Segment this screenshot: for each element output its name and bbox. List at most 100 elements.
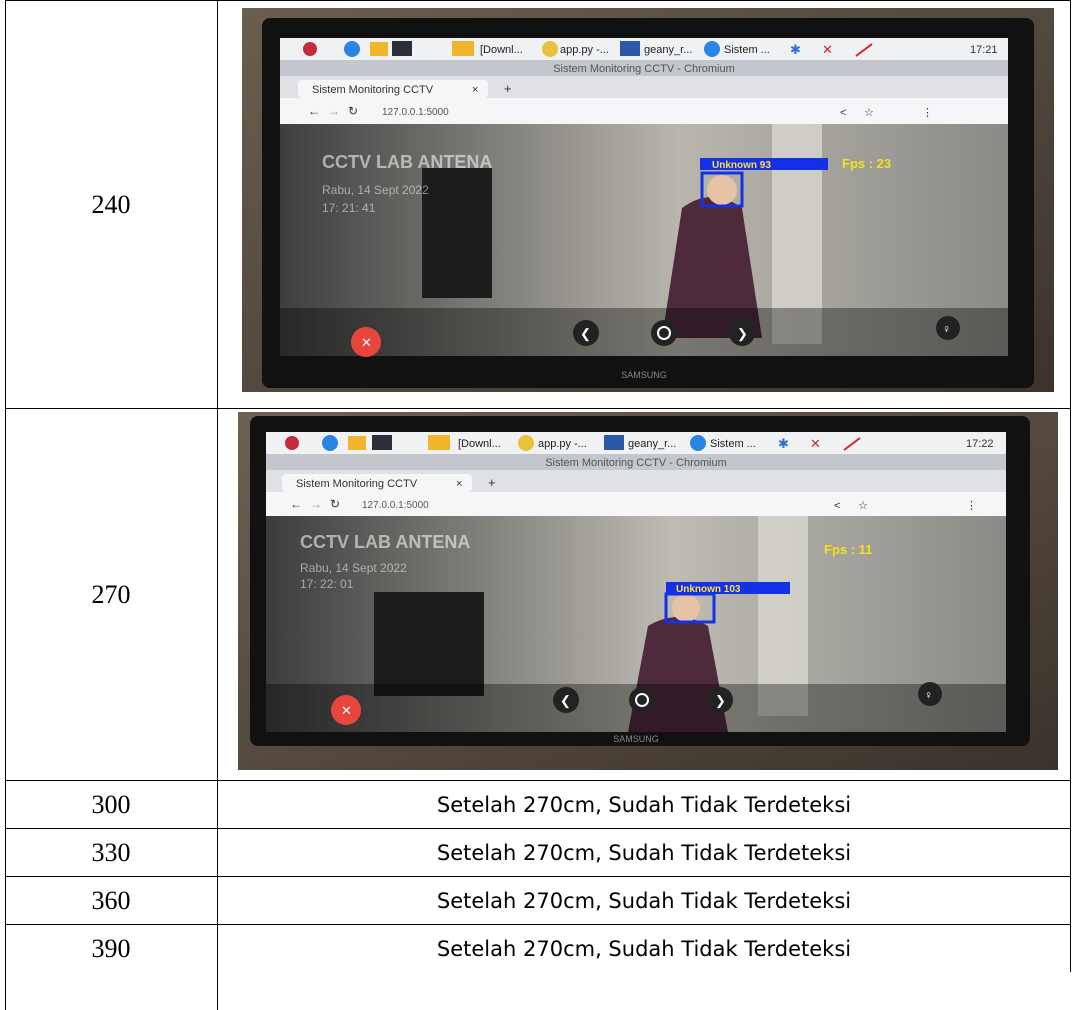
new-tab-button[interactable]: + bbox=[488, 475, 496, 490]
result-text: Setelah 270cm, Sudah Tidak Terdeteksi bbox=[436, 888, 852, 913]
taskbar-clock: 17:21 bbox=[970, 44, 998, 56]
result-cell: Setelah 270cm, Sudah Tidak Terdeteksi bbox=[218, 829, 1070, 876]
fps-label: Fps : 23 bbox=[842, 156, 891, 171]
back-icon[interactable]: ← bbox=[290, 497, 302, 511]
distance-cell: 240 bbox=[5, 1, 217, 408]
distance-cell: 390 bbox=[5, 925, 217, 972]
fps-label: Fps : 11 bbox=[824, 542, 872, 557]
chevron-right-icon: ❯ bbox=[737, 326, 748, 342]
chevron-left-icon: ❮ bbox=[560, 693, 571, 709]
face-label: Unknown 103 bbox=[676, 584, 741, 595]
overlay-time: 17: 22: 01 bbox=[300, 577, 354, 591]
bulb-icon: ♀ bbox=[942, 322, 951, 336]
overlay-date: Rabu, 14 Sept 2022 bbox=[300, 561, 407, 575]
share-icon[interactable]: < bbox=[840, 107, 846, 119]
viewer-toolbar bbox=[280, 308, 1008, 356]
terminal-icon bbox=[604, 435, 624, 450]
geany-icon bbox=[518, 435, 534, 451]
window-title: Sistem Monitoring CCTV - Chromium bbox=[545, 457, 727, 469]
table-border-right bbox=[1070, 0, 1071, 972]
fridge bbox=[422, 168, 492, 298]
monitor-brand: SAMSUNG bbox=[613, 734, 659, 744]
folder-icon bbox=[348, 436, 366, 450]
cctv-photo-drawing: [Downl... app.py -... geany_r... Sistem … bbox=[238, 412, 1058, 770]
terminal-icon bbox=[392, 41, 412, 56]
url-field[interactable]: 127.0.0.1:5000 bbox=[362, 500, 429, 511]
taskbar-download: [Downl... bbox=[480, 44, 523, 56]
result-text: Setelah 270cm, Sudah Tidak Terdeteksi bbox=[436, 792, 852, 817]
new-tab-button[interactable]: + bbox=[504, 81, 512, 96]
tab-close-icon[interactable]: × bbox=[472, 84, 478, 96]
distance-value: 360 bbox=[91, 885, 131, 915]
bulb-icon: ♀ bbox=[924, 688, 933, 702]
bluetooth-icon: ✱ bbox=[790, 42, 801, 57]
url-field[interactable]: 127.0.0.1:5000 bbox=[382, 107, 449, 118]
face-label: Unknown 93 bbox=[712, 160, 771, 171]
record-button[interactable] bbox=[629, 687, 655, 713]
menu-icon[interactable]: ⋮ bbox=[966, 500, 977, 512]
raspberry-icon bbox=[285, 436, 299, 450]
terminal-icon bbox=[620, 41, 640, 56]
globe-icon bbox=[344, 41, 360, 57]
share-icon[interactable]: < bbox=[834, 500, 840, 512]
window-title: Sistem Monitoring CCTV - Chromium bbox=[553, 63, 735, 75]
geany-icon bbox=[542, 41, 558, 57]
distance-value: 330 bbox=[91, 837, 131, 867]
result-cell: Setelah 270cm, Sudah Tidak Terdeteksi bbox=[218, 781, 1070, 828]
overlay-date: Rabu, 14 Sept 2022 bbox=[322, 183, 429, 197]
close-icon: ✕ bbox=[341, 703, 352, 718]
overlay-title: CCTV LAB ANTENA bbox=[300, 532, 470, 552]
overlay-time: 17: 21: 41 bbox=[322, 201, 376, 215]
distance-value: 390 bbox=[91, 933, 131, 963]
folder-icon bbox=[370, 42, 388, 56]
network-icon: ✕ bbox=[810, 436, 821, 451]
cctv-photo: [Downl... app.py -... geany_r... Sistem … bbox=[242, 8, 1054, 392]
distance-value: 270 bbox=[91, 579, 131, 609]
tab-label: Sistem Monitoring CCTV bbox=[296, 478, 418, 490]
star-icon[interactable]: ☆ bbox=[864, 107, 874, 119]
cctv-photo-drawing: [Downl... app.py -... geany_r... Sistem … bbox=[242, 8, 1054, 392]
taskbar-app: app.py -... bbox=[560, 44, 609, 56]
raspberry-icon bbox=[303, 42, 317, 56]
taskbar-sistem: Sistem ... bbox=[724, 44, 770, 56]
taskbar-app: app.py -... bbox=[538, 438, 587, 450]
back-icon[interactable]: ← bbox=[308, 104, 320, 118]
result-text: Setelah 270cm, Sudah Tidak Terdeteksi bbox=[436, 840, 852, 865]
taskbar-clock: 17:22 bbox=[966, 438, 994, 450]
cctv-photo: [Downl... app.py -... geany_r... Sistem … bbox=[238, 412, 1058, 770]
globe-icon bbox=[322, 435, 338, 451]
folder-icon bbox=[428, 435, 450, 450]
reload-icon[interactable]: ↻ bbox=[330, 497, 340, 511]
forward-icon[interactable]: → bbox=[310, 497, 322, 511]
result-cell: Setelah 270cm, Sudah Tidak Terdeteksi bbox=[218, 925, 1070, 972]
network-icon: ✕ bbox=[822, 42, 833, 57]
chromium-icon bbox=[690, 435, 706, 451]
result-cell: Setelah 270cm, Sudah Tidak Terdeteksi bbox=[218, 877, 1070, 924]
tab-label: Sistem Monitoring CCTV bbox=[312, 84, 434, 96]
taskbar-geany: geany_r... bbox=[644, 44, 692, 56]
menu-icon[interactable]: ⋮ bbox=[922, 107, 933, 119]
distance-cell: 270 bbox=[5, 409, 217, 780]
distance-value: 300 bbox=[91, 789, 131, 819]
star-icon[interactable]: ☆ bbox=[858, 500, 868, 512]
taskbar-geany: geany_r... bbox=[628, 438, 676, 450]
terminal-icon bbox=[372, 435, 392, 450]
record-button[interactable] bbox=[651, 320, 677, 346]
taskbar-download: [Downl... bbox=[458, 438, 501, 450]
bluetooth-icon: ✱ bbox=[778, 436, 789, 451]
chromium-icon bbox=[704, 41, 720, 57]
overlay-title: CCTV LAB ANTENA bbox=[322, 152, 492, 172]
monitor-brand: SAMSUNG bbox=[621, 370, 667, 380]
distance-cell: 360 bbox=[5, 877, 217, 924]
tab-close-icon[interactable]: × bbox=[456, 478, 462, 490]
close-icon: ✕ bbox=[361, 335, 372, 350]
chevron-left-icon: ❮ bbox=[580, 326, 591, 342]
fridge bbox=[374, 592, 484, 696]
result-text: Setelah 270cm, Sudah Tidak Terdeteksi bbox=[436, 936, 852, 961]
distance-cell: 300 bbox=[5, 781, 217, 828]
forward-icon[interactable]: → bbox=[328, 104, 340, 118]
reload-icon[interactable]: ↻ bbox=[348, 104, 358, 118]
distance-cell: 330 bbox=[5, 829, 217, 876]
distance-value: 240 bbox=[91, 189, 131, 219]
taskbar-sistem: Sistem ... bbox=[710, 438, 756, 450]
